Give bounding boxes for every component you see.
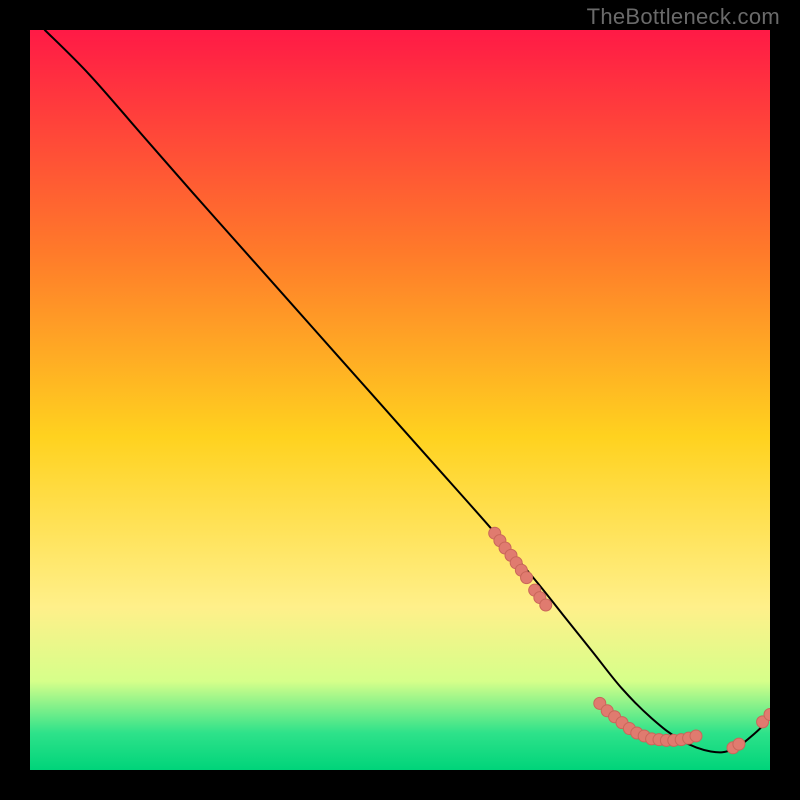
data-point xyxy=(733,738,745,750)
chart-svg xyxy=(30,30,770,770)
data-point xyxy=(521,572,533,584)
data-point xyxy=(690,730,702,742)
watermark-text: TheBottleneck.com xyxy=(587,4,780,30)
data-point xyxy=(540,599,552,611)
gradient-background xyxy=(30,30,770,770)
chart-frame: TheBottleneck.com xyxy=(0,0,800,800)
plot-area xyxy=(30,30,770,770)
